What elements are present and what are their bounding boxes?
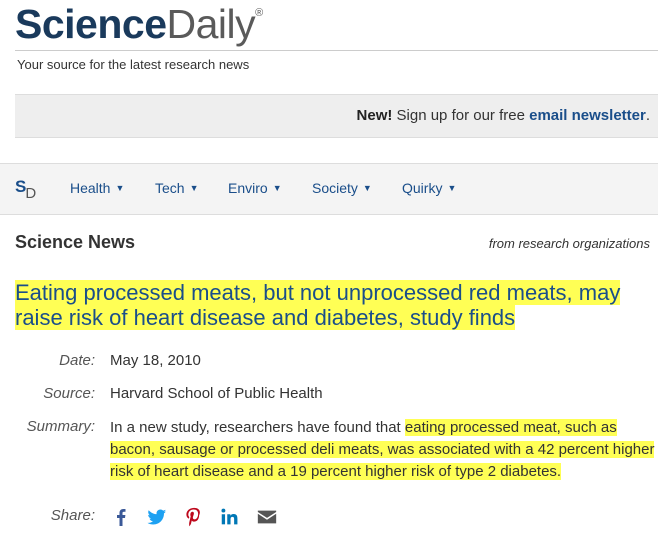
nav-enviro[interactable]: Enviro ▼: [228, 180, 282, 196]
share-buttons: [110, 506, 288, 528]
section-source-note: from research organizations: [488, 236, 650, 251]
logo-divider: [15, 50, 658, 51]
sd-logo-d: D: [25, 185, 37, 202]
caret-down-icon: ▼: [115, 183, 125, 193]
section-title: Science News: [15, 232, 136, 252]
sd-home-logo[interactable]: SD: [15, 177, 37, 202]
summary-label: Summary:: [26, 418, 95, 435]
caret-down-icon: ▼: [189, 183, 199, 193]
sciencedaily-logo[interactable]: ScienceDaily®: [15, 4, 263, 45]
main-nav: SD Health ▼ Tech ▼ Enviro ▼ Society ▼ Quirky…: [0, 163, 658, 215]
facebook-icon[interactable]: [110, 506, 132, 528]
nav-health[interactable]: Health ▼: [70, 180, 124, 196]
summary-plain: In a new study, researchers have found t…: [110, 419, 405, 436]
article-source: Harvard School of Public Health: [110, 385, 323, 402]
newsletter-new-label: New!: [356, 107, 393, 124]
nav-health-label: Health: [70, 180, 111, 196]
pinterest-icon[interactable]: [183, 506, 205, 528]
caret-down-icon: ▼: [362, 183, 372, 193]
article-date: May 18, 2010: [110, 352, 201, 369]
tagline: Your source for the latest research news: [17, 57, 250, 72]
source-label: Source:: [43, 385, 95, 402]
logo-registered: ®: [255, 7, 263, 19]
newsletter-message: Sign up for our free: [392, 107, 530, 124]
article-summary: In a new study, researchers have found t…: [110, 417, 655, 483]
email-icon[interactable]: [256, 506, 278, 528]
headline-text: Eating processed meats, but not unproces…: [15, 280, 621, 330]
caret-down-icon: ▼: [447, 183, 457, 193]
nav-quirky[interactable]: Quirky ▼: [402, 180, 456, 196]
newsletter-text: New! Sign up for our free email newslett…: [357, 107, 650, 124]
date-label: Date:: [59, 352, 95, 369]
article-headline: Eating processed meats, but not unproces…: [15, 280, 655, 330]
nav-tech-label: Tech: [155, 180, 185, 196]
nav-enviro-label: Enviro: [228, 180, 268, 196]
logo-daily: Daily: [166, 1, 256, 47]
newsletter-link[interactable]: email newsletter: [529, 107, 646, 124]
nav-society[interactable]: Society ▼: [312, 180, 372, 196]
linkedin-icon[interactable]: [219, 506, 241, 528]
share-label: Share:: [50, 507, 95, 524]
twitter-icon[interactable]: [146, 506, 168, 528]
nav-tech[interactable]: Tech ▼: [155, 180, 199, 196]
newsletter-period: .: [645, 107, 650, 124]
nav-society-label: Society: [312, 180, 358, 196]
nav-quirky-label: Quirky: [402, 180, 443, 196]
logo-science: Science: [15, 1, 167, 47]
caret-down-icon: ▼: [272, 183, 282, 193]
newsletter-banner: New! Sign up for our free email newslett…: [15, 94, 658, 138]
